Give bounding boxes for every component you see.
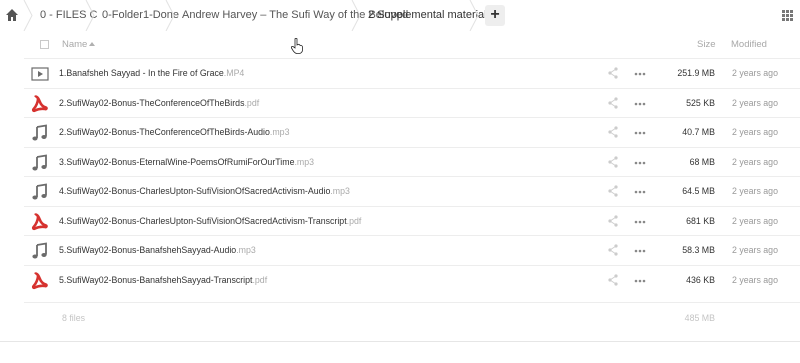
file-row[interactable]: 1.Banafsheh Sayyad - In the Fire of Grac…	[24, 58, 800, 88]
share-icon[interactable]	[608, 214, 618, 227]
file-row[interactable]: 2.SufiWay02-Bonus-TheConferenceOfTheBird…	[24, 117, 800, 147]
chevron-separator-icon	[351, 0, 361, 31]
column-header-size[interactable]: Size	[697, 39, 715, 50]
file-extension: .mp3	[294, 156, 315, 167]
share-icon[interactable]	[608, 155, 618, 168]
file-name[interactable]: 1.Banafsheh Sayyad - In the Fire of Grac…	[59, 59, 244, 88]
share-icon[interactable]	[608, 67, 618, 79]
file-size: 436 KB	[686, 274, 715, 285]
file-basename: 4.SufiWay02-Bonus-CharlesUpton-SufiVisio…	[59, 215, 347, 226]
sort-ascending-icon	[89, 42, 95, 46]
file-basename: 5.SufiWay02-Bonus-BanafshehSayyad-Transc…	[59, 274, 253, 285]
file-name[interactable]: 5.SufiWay02-Bonus-BanafshehSayyad-Transc…	[59, 266, 267, 295]
file-extension: .MP4	[223, 68, 245, 78]
home-icon[interactable]	[5, 8, 19, 22]
file-modified: 2 years ago	[732, 127, 778, 137]
select-all-checkbox[interactable]	[40, 40, 49, 49]
file-size: 681 KB	[686, 215, 715, 226]
file-extension: .pdf	[244, 97, 260, 108]
file-modified: 2 years ago	[732, 274, 778, 285]
file-row[interactable]: 4.SufiWay02-Bonus-CharlesUpton-SufiVisio…	[24, 205, 800, 236]
more-options-icon[interactable]	[634, 249, 646, 253]
share-icon[interactable]	[608, 273, 618, 286]
plus-icon: +	[490, 6, 500, 23]
file-name[interactable]: 4.SufiWay02-Bonus-CharlesUpton-SufiVisio…	[59, 177, 350, 206]
hand-cursor-icon	[291, 38, 303, 54]
file-extension: .mp3	[269, 127, 290, 137]
more-options-icon[interactable]	[634, 131, 646, 135]
file-count: 8 files	[62, 313, 85, 323]
column-header-modified[interactable]: Modified	[731, 39, 767, 50]
file-basename: 2.SufiWay02-Bonus-TheConferenceOfTheBird…	[59, 97, 245, 108]
file-row[interactable]: 2.SufiWay02-Bonus-TheConferenceOfTheBird…	[24, 87, 800, 118]
more-options-icon[interactable]	[634, 102, 646, 106]
share-icon[interactable]	[608, 126, 618, 138]
file-size: 64.5 MB	[682, 186, 715, 196]
file-size: 251.9 MB	[677, 68, 715, 78]
file-row[interactable]: 5.SufiWay02-Bonus-BanafshehSayyad-Transc…	[24, 264, 800, 295]
file-extension: .pdf	[252, 274, 268, 285]
pdf-icon	[31, 94, 49, 113]
file-size: 68 MB	[689, 156, 715, 167]
more-options-icon[interactable]	[634, 190, 646, 194]
chevron-separator-icon	[23, 0, 33, 31]
grid-view-icon[interactable]	[782, 10, 793, 21]
file-name[interactable]: 2.SufiWay02-Bonus-TheConferenceOfTheBird…	[59, 89, 259, 118]
file-name[interactable]: 2.SufiWay02-Bonus-TheConferenceOfTheBird…	[59, 118, 289, 147]
audio-icon	[31, 124, 49, 142]
chevron-separator-icon	[165, 0, 175, 31]
chevron-separator-icon	[469, 0, 479, 31]
audio-icon	[31, 153, 49, 172]
file-row[interactable]: 5.SufiWay02-Bonus-BanafshehSayyad-Audio.…	[24, 235, 800, 265]
add-new-button[interactable]: +	[485, 5, 505, 26]
more-options-icon[interactable]	[634, 279, 646, 283]
file-row[interactable]: 4.SufiWay02-Bonus-CharlesUpton-SufiVisio…	[24, 176, 800, 206]
file-modified: 2 years ago	[732, 68, 778, 78]
file-modified: 2 years ago	[732, 186, 778, 196]
file-extension: .pdf	[346, 215, 362, 226]
more-options-icon[interactable]	[634, 161, 646, 165]
more-options-icon[interactable]	[634, 220, 646, 224]
file-basename: 1.Banafsheh Sayyad - In the Fire of Grac…	[59, 68, 224, 78]
share-icon[interactable]	[608, 96, 618, 109]
file-basename: 4.SufiWay02-Bonus-CharlesUpton-SufiVisio…	[59, 186, 331, 196]
file-basename: 3.SufiWay02-Bonus-EternalWine-PoemsOfRum…	[59, 156, 295, 167]
file-size: 58.3 MB	[682, 245, 715, 255]
file-basename: 5.SufiWay02-Bonus-BanafshehSayyad-Audio	[59, 245, 237, 255]
video-icon	[31, 65, 49, 83]
pdf-icon	[31, 212, 49, 231]
file-modified: 2 years ago	[732, 215, 778, 226]
share-icon[interactable]	[608, 244, 618, 256]
file-name[interactable]: 5.SufiWay02-Bonus-BanafshehSayyad-Audio.…	[59, 236, 256, 265]
audio-icon	[31, 242, 49, 260]
file-modified: 2 years ago	[732, 156, 778, 167]
column-header-name[interactable]: Name	[62, 39, 87, 50]
file-size: 525 KB	[686, 97, 715, 108]
breadcrumb: 0 - FILES C 0-Folder1-Done Andrew Harvey…	[0, 0, 800, 31]
file-modified: 2 years ago	[732, 245, 778, 255]
file-list-header	[0, 31, 800, 57]
chevron-separator-icon	[85, 0, 95, 31]
file-list-summary: 8 files 485 MB	[24, 302, 800, 332]
pdf-icon	[31, 271, 49, 290]
audio-icon	[31, 183, 49, 201]
more-options-icon[interactable]	[634, 72, 646, 76]
file-name[interactable]: 3.SufiWay02-Bonus-EternalWine-PoemsOfRum…	[59, 148, 314, 177]
file-extension: .mp3	[330, 186, 350, 196]
file-size: 40.7 MB	[682, 127, 715, 137]
total-size: 485 MB	[684, 313, 715, 323]
file-extension: .mp3	[236, 245, 256, 255]
file-modified: 2 years ago	[732, 97, 778, 108]
share-icon[interactable]	[608, 185, 618, 197]
file-row[interactable]: 3.SufiWay02-Bonus-EternalWine-PoemsOfRum…	[24, 146, 800, 177]
file-basename: 2.SufiWay02-Bonus-TheConferenceOfTheBird…	[59, 127, 270, 137]
file-name[interactable]: 4.SufiWay02-Bonus-CharlesUpton-SufiVisio…	[59, 207, 361, 236]
divider	[0, 341, 800, 342]
